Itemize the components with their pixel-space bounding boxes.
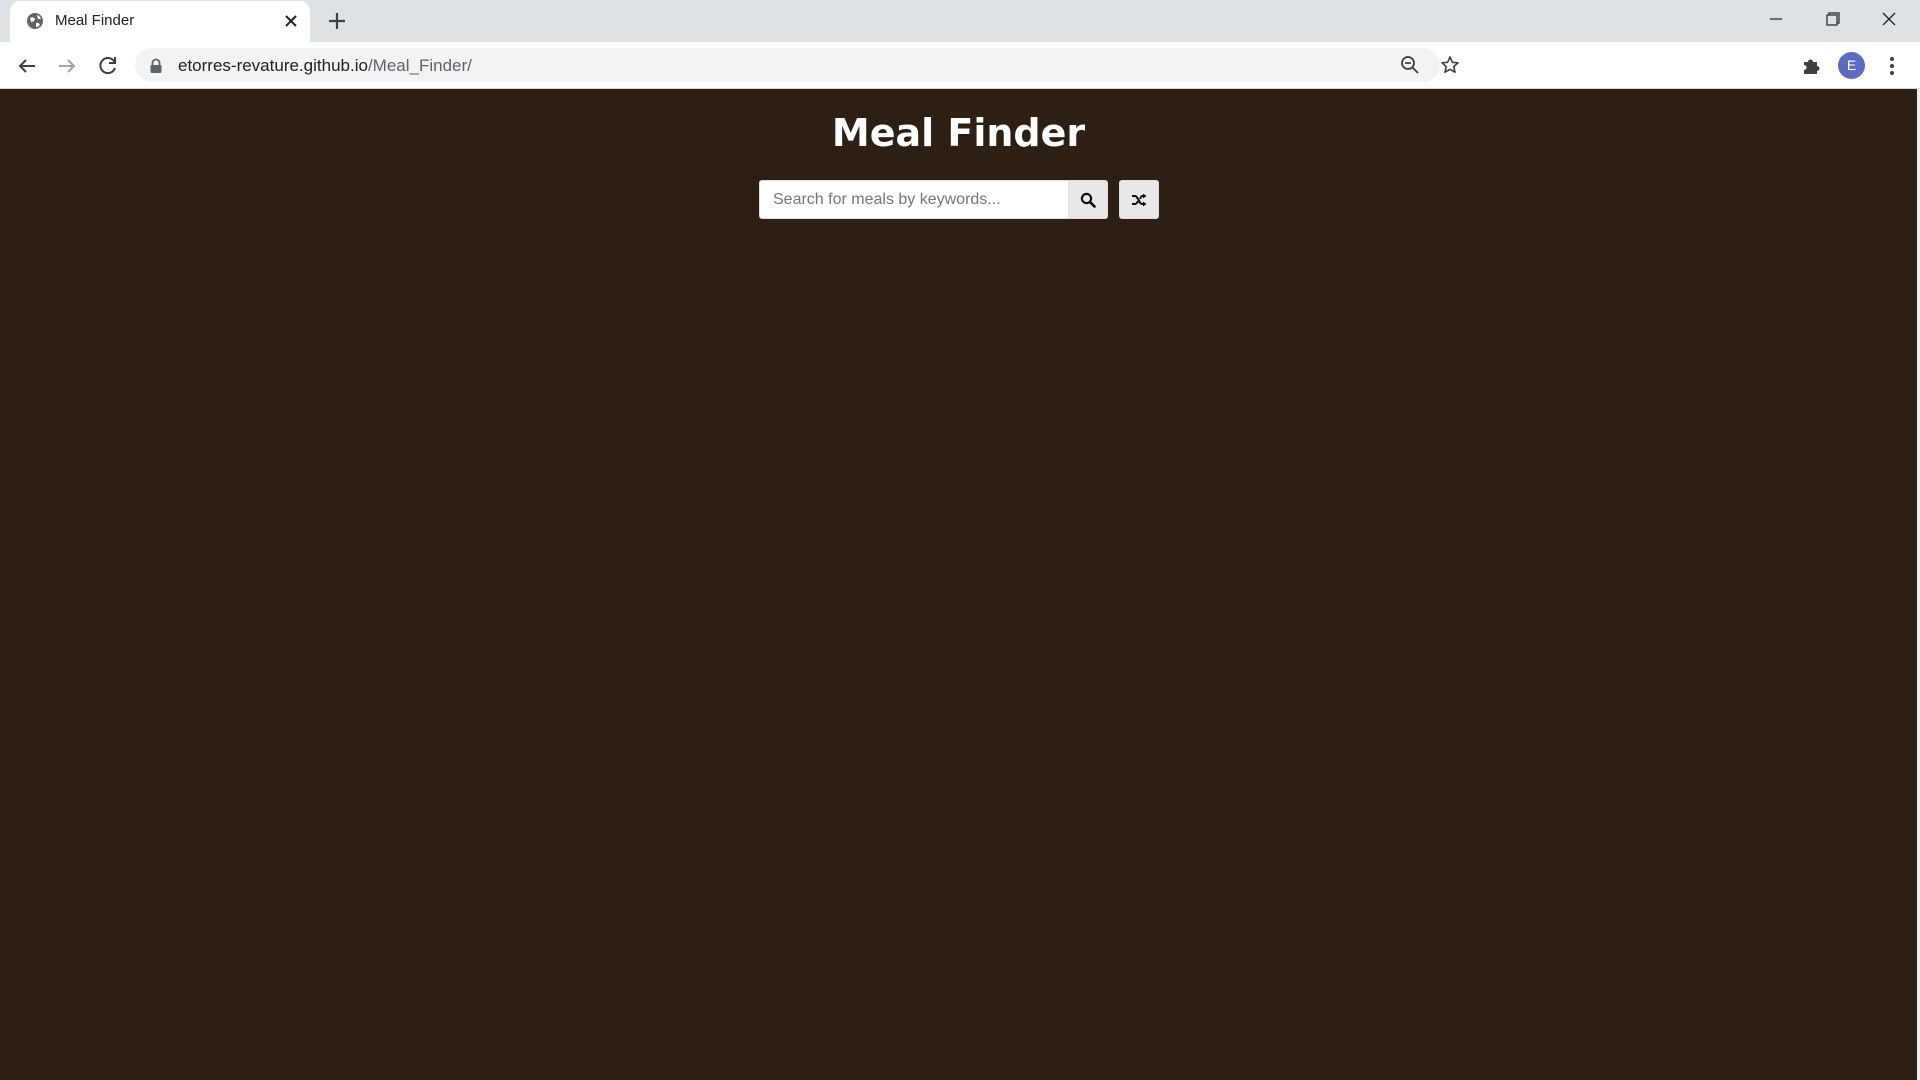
- search-icon: [1080, 192, 1096, 208]
- menu-kebab-icon[interactable]: [1880, 54, 1904, 78]
- globe-icon: [27, 13, 43, 29]
- zoom-icon[interactable]: [1400, 55, 1420, 75]
- browser-tab[interactable]: Meal Finder: [10, 1, 310, 42]
- profile-avatar[interactable]: E: [1838, 52, 1865, 79]
- url-text: etorres-revature.github.io/Meal_Finder/: [178, 56, 472, 76]
- page-title: Meal Finder: [831, 111, 1086, 155]
- reload-icon[interactable]: [96, 54, 120, 78]
- lock-icon[interactable]: [149, 58, 163, 74]
- close-window-icon[interactable]: [1874, 6, 1904, 32]
- restore-icon[interactable]: [1818, 6, 1848, 32]
- new-tab-icon[interactable]: [326, 10, 348, 32]
- extensions-puzzle-icon[interactable]: [1800, 54, 1824, 78]
- forward-icon[interactable]: [55, 54, 79, 78]
- search-button[interactable]: [1069, 180, 1108, 219]
- page-content: Meal Finder: [0, 89, 1917, 1080]
- back-icon[interactable]: [15, 54, 39, 78]
- random-shuffle-icon: [1132, 193, 1147, 206]
- address-bar[interactable]: etorres-revature.github.io/Meal_Finder/: [135, 48, 1459, 82]
- url-host: etorres-revature.github.io: [178, 56, 368, 75]
- browser-tab-bar: Meal Finder: [0, 0, 1920, 42]
- tab-title: Meal Finder: [55, 12, 135, 29]
- url-path: /Meal_Finder/: [367, 56, 472, 75]
- bookmark-star-icon[interactable]: [1440, 55, 1460, 75]
- minimize-icon[interactable]: [1761, 6, 1791, 32]
- close-tab-icon[interactable]: [282, 12, 300, 30]
- random-meal-button[interactable]: [1119, 180, 1159, 219]
- browser-toolbar: etorres-revature.github.io/Meal_Finder/ …: [0, 42, 1920, 89]
- search-input[interactable]: [759, 180, 1069, 219]
